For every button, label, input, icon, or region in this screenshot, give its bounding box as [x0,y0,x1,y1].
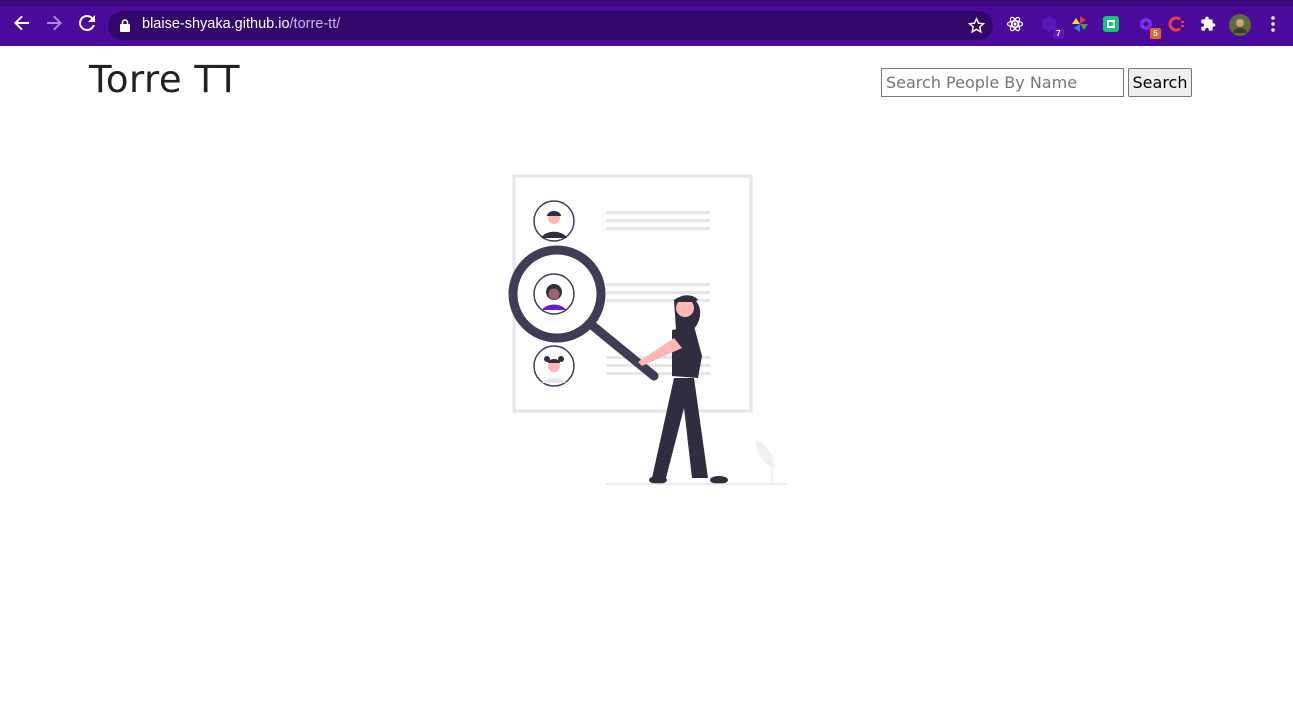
lock-icon [120,19,130,32]
star-icon[interactable] [968,17,985,34]
reload-icon [79,14,95,31]
atom-icon [1006,16,1024,32]
search-people-illustration [508,174,787,485]
react-devtools-icon[interactable] [1006,15,1024,33]
url-text: blaise-shyaka.github.io/torre-tt/ [142,16,340,32]
extensions-puzzle-icon [1201,16,1216,31]
arrow-right-icon [47,15,62,31]
browser-toolbar: blaise-shyaka.github.io/torre-tt/ 7 5 [0,0,1293,46]
extension-7-icon[interactable]: 7 [1040,15,1064,39]
arrow-left-icon [14,15,29,31]
address-bar[interactable]: blaise-shyaka.github.io/torre-tt/ [108,11,993,40]
green-extension-icon[interactable] [1102,15,1120,33]
colorful-extension-icon[interactable] [1071,15,1089,33]
person-avatar-2 [533,273,575,315]
url-path: /torre-tt/ [289,16,341,32]
green-square-icon [1103,16,1119,32]
puzzle-icon[interactable] [1199,15,1217,33]
search-input[interactable] [881,68,1124,97]
person-avatar-1 [533,200,575,242]
reload-button[interactable] [77,13,97,33]
extension-badge: 7 [1053,28,1064,39]
forward-button[interactable] [44,13,64,33]
person-avatar-3 [533,345,575,387]
back-button[interactable] [12,13,32,33]
pinwheel-icon [1072,16,1088,32]
c-letter-icon [1168,16,1184,32]
kebab-menu-icon [1271,16,1275,32]
extension-5-icon[interactable]: 5 [1137,15,1161,39]
leaf-plant [756,440,775,468]
c-extension-icon[interactable] [1167,15,1185,33]
tab-strip [0,0,1293,6]
search-button[interactable]: Search [1128,68,1192,97]
menu-button[interactable] [1264,15,1282,33]
extension-badge: 5 [1150,28,1161,39]
avatar-icon [1229,14,1251,36]
site-title: Torre TT [89,58,240,101]
url-host: blaise-shyaka.github.io [142,16,290,32]
profile-avatar[interactable] [1229,14,1251,36]
